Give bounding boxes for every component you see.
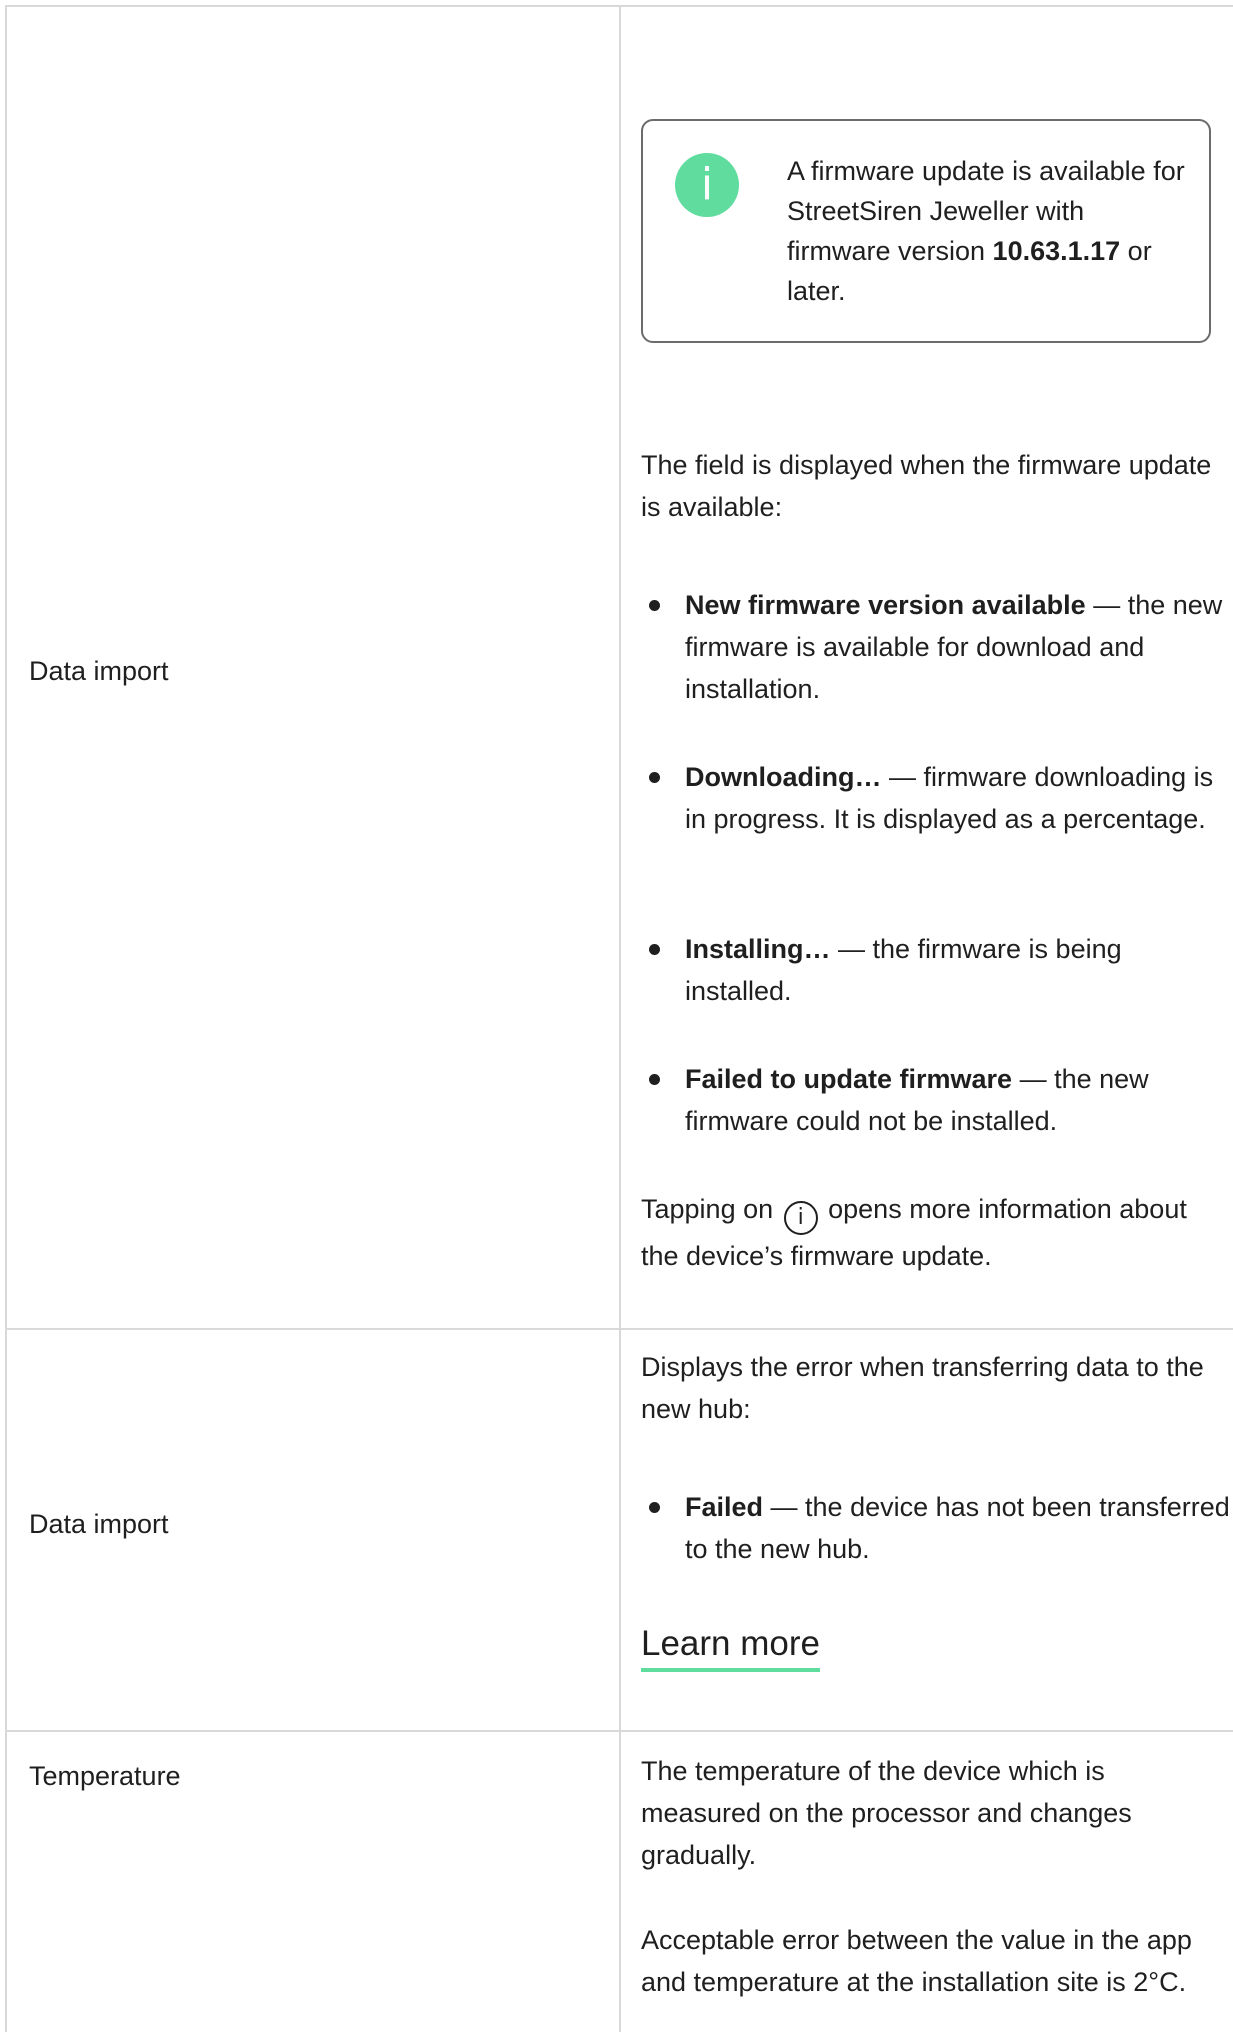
row-label: Data import bbox=[29, 656, 169, 686]
firmware-version: 10.63.1.17 bbox=[992, 236, 1121, 266]
row-description-cell: Displays the error when transferring dat… bbox=[621, 1330, 1233, 1732]
info-circle-icon[interactable]: i bbox=[783, 1201, 818, 1235]
data-import-intro: Displays the error when transferring dat… bbox=[641, 1352, 1204, 1424]
list-item: Failed to update firmware — the new firm… bbox=[649, 1058, 1233, 1142]
list-item: Downloading… — firmware downloading is i… bbox=[649, 756, 1233, 840]
learn-more-link[interactable]: Learn more bbox=[641, 1622, 820, 1672]
row-label: Data import bbox=[29, 1509, 169, 1539]
row-label-cell: Data import bbox=[5, 7, 621, 1330]
list-item: Failed — the device has not been transfe… bbox=[649, 1486, 1233, 1570]
temperature-error-note: Acceptable error between the value in th… bbox=[641, 1925, 1192, 1997]
firmware-intro: The field is displayed when the firmware… bbox=[641, 450, 1212, 522]
row-label: Temperature bbox=[29, 1761, 181, 1791]
table-row-firmware: Data import i A firmware update is avail… bbox=[5, 5, 1233, 1330]
info-icon: i bbox=[675, 153, 739, 217]
table-row-temperature: Temperature The temperature of the devic… bbox=[5, 1730, 1233, 2032]
row-description-cell: i A firmware update is available for Str… bbox=[621, 7, 1233, 1330]
callout-text: A firmware update is available for Stree… bbox=[787, 156, 1185, 306]
row-label-cell: Data import bbox=[5, 1330, 621, 1732]
temperature-description: The temperature of the device which is m… bbox=[641, 1756, 1132, 1870]
table-row-data-import: Data import Displays the error when tran… bbox=[5, 1328, 1233, 1732]
firmware-note: Tapping on i opens more information abou… bbox=[641, 1194, 1187, 1271]
row-label-cell: Temperature bbox=[5, 1732, 621, 2032]
row-description-cell: The temperature of the device which is m… bbox=[621, 1732, 1233, 2032]
list-item: New firmware version available — the new… bbox=[649, 584, 1233, 710]
info-callout: i A firmware update is available for Str… bbox=[641, 119, 1211, 343]
list-item: Installing… — the firmware is being inst… bbox=[649, 928, 1233, 1012]
